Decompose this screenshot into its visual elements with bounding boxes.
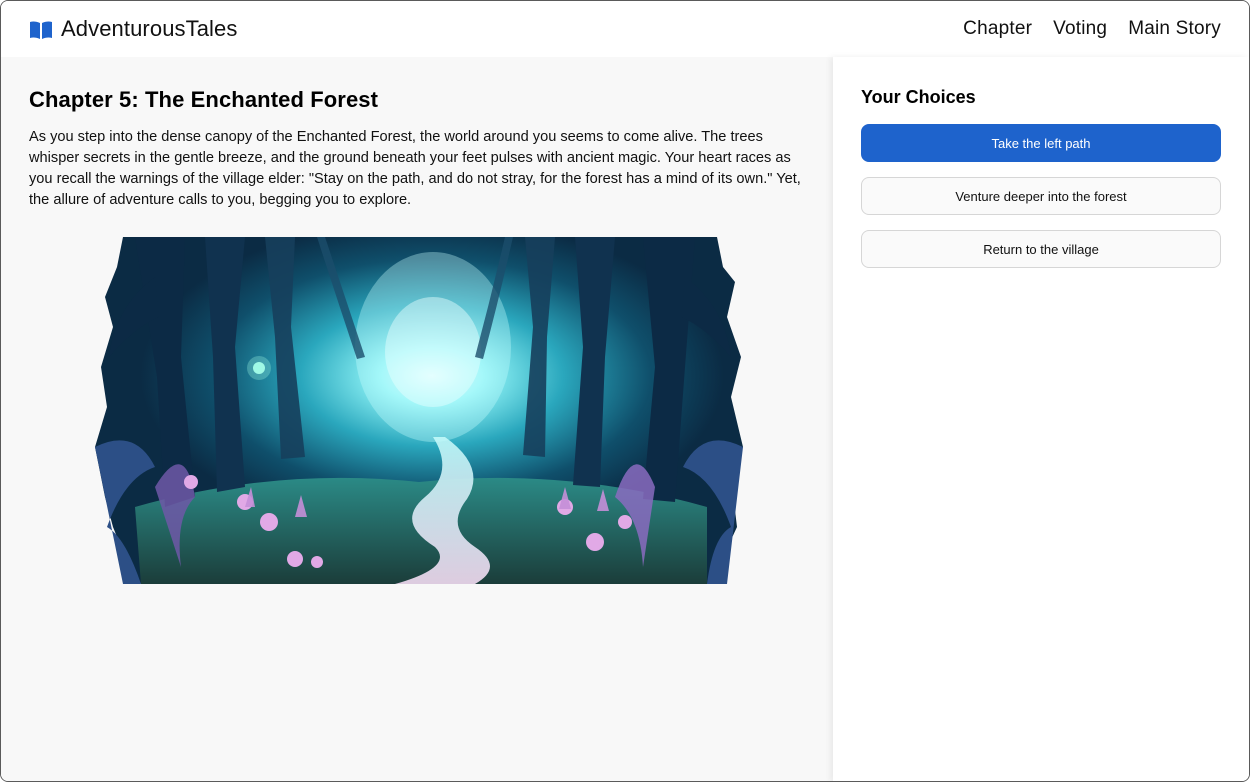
nav-main-story[interactable]: Main Story: [1128, 18, 1221, 40]
choices-panel: Your Choices Take the left path Venture …: [833, 57, 1249, 781]
chapter-title: Chapter 5: The Enchanted Forest: [29, 87, 379, 112]
brand[interactable]: AdventurousTales: [29, 16, 237, 42]
enchanted-forest-illustration: [95, 237, 743, 584]
choice-take-left-path[interactable]: Take the left path: [861, 124, 1221, 162]
choices-title: Your Choices: [861, 87, 976, 107]
chapter-content: Chapter 5: The Enchanted Forest As you s…: [1, 57, 833, 781]
forest-scene-image: [95, 237, 743, 584]
app-window: AdventurousTales Chapter Voting Main Sto…: [0, 0, 1250, 782]
nav-voting[interactable]: Voting: [1053, 18, 1107, 40]
choice-return-village[interactable]: Return to the village: [861, 230, 1221, 268]
open-book-icon: [30, 21, 52, 39]
nav-chapter[interactable]: Chapter: [963, 18, 1032, 40]
main-nav: Chapter Voting Main Story: [963, 18, 1221, 40]
chapter-text: As you step into the dense canopy of the…: [29, 129, 801, 208]
choice-venture-deeper[interactable]: Venture deeper into the forest: [861, 177, 1221, 215]
brand-name: AdventurousTales: [61, 16, 238, 41]
top-header: AdventurousTales Chapter Voting Main Sto…: [1, 1, 1249, 57]
